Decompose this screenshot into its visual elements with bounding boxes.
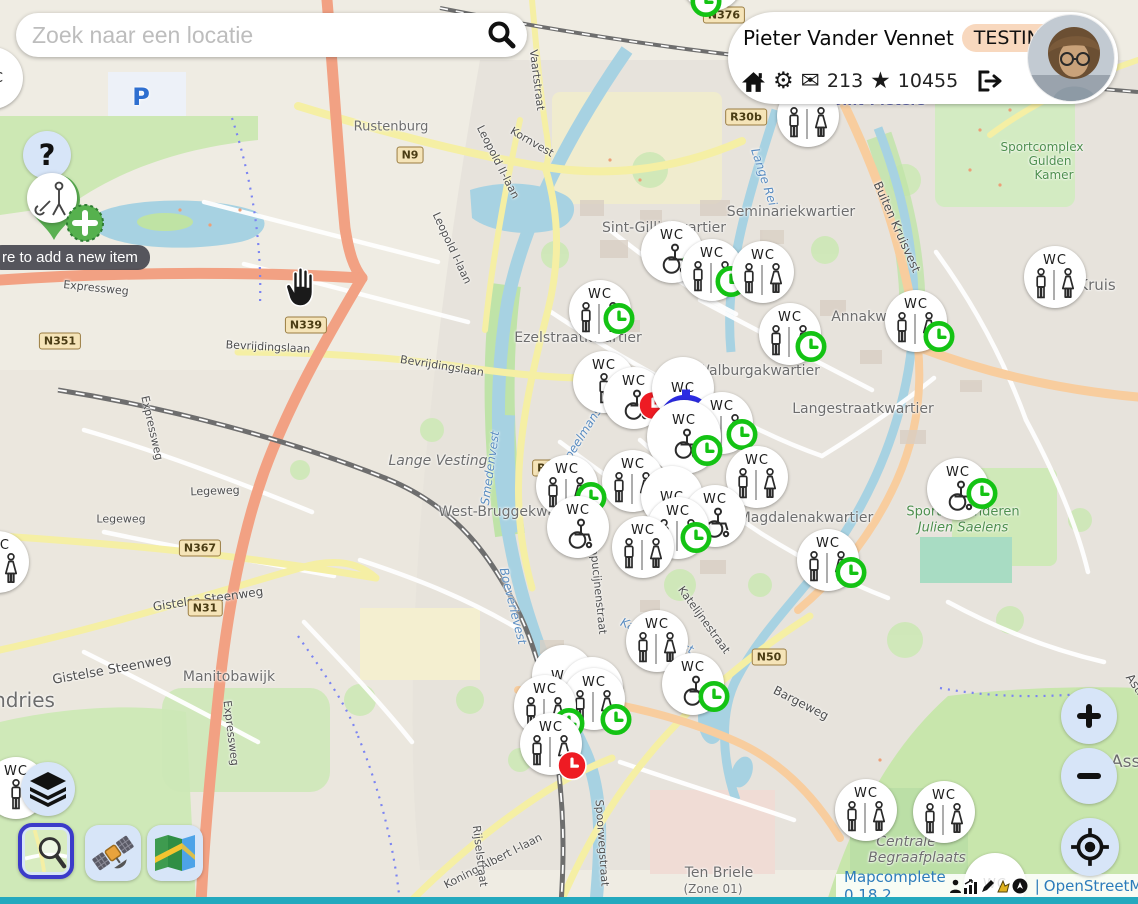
zoom-out-button[interactable] <box>1061 748 1117 804</box>
add-item-tooltip: re to add a new item <box>0 245 150 270</box>
geolocate-button[interactable] <box>1061 818 1119 876</box>
layers-icon <box>28 770 68 808</box>
home-icon[interactable] <box>741 70 766 93</box>
marker-label: WC <box>566 504 590 517</box>
marker-label: WC <box>0 72 4 85</box>
contributors-icon[interactable] <box>949 879 962 894</box>
toilet-marker-mf[interactable]: WC <box>732 241 794 303</box>
toilet-marker-wheelchair[interactable]: WC <box>927 458 989 520</box>
mapillary-icon[interactable] <box>1012 878 1028 894</box>
marker-label: WC <box>681 661 705 674</box>
marker-label: WC <box>745 454 769 467</box>
osm-map-icon <box>25 830 67 872</box>
marker-label: WC <box>621 458 645 471</box>
marker-label: WC <box>582 676 606 689</box>
star-icon[interactable]: ★ <box>870 70 891 93</box>
marker-label: WC <box>588 288 612 301</box>
background-option-osm[interactable] <box>18 823 74 879</box>
search-bar <box>16 13 527 57</box>
background-option-map[interactable] <box>147 825 203 881</box>
user-avatar[interactable] <box>1027 14 1115 102</box>
attribution-separator: | <box>1035 877 1040 895</box>
toilet-marker-mf[interactable]: WC <box>797 529 859 591</box>
search-input[interactable] <box>30 21 485 50</box>
poi-marker-layer: WC WC WC WC WC WC WC WC WC WC WC WC WC WC W… <box>0 0 1138 904</box>
marker-label: WC <box>592 359 616 372</box>
mapcomplete-app: Brugge-Sint-PietersRustenburgVaartstraat… <box>0 0 1138 904</box>
attribution-bar: Mapcomplete 0.18.2 | OpenStreetMap <box>836 874 1138 898</box>
marker-label: WC <box>622 375 646 388</box>
messages-envelope-icon[interactable]: ✉ <box>801 70 820 93</box>
josm-icon[interactable] <box>996 879 1011 894</box>
marker-label: WC <box>0 539 10 552</box>
messages-count: 213 <box>827 70 863 92</box>
geolocate-crosshair-icon <box>1069 826 1111 868</box>
edit-pencil-icon[interactable] <box>980 879 995 894</box>
marker-label: WC <box>904 298 928 311</box>
marker-label: WC <box>1043 254 1067 267</box>
toilet-marker-mf[interactable]: WC <box>612 516 674 578</box>
toilet-marker-plain[interactable]: WC <box>0 47 23 109</box>
background-option-satellite[interactable] <box>85 825 141 881</box>
toilet-marker-mf[interactable]: WC <box>885 290 947 352</box>
user-panel: Pieter Vander Vennet TESTING ⚙ ✉ 213 ★ 1… <box>728 12 1118 104</box>
stars-count: 10455 <box>898 70 958 92</box>
marker-label: WC <box>631 524 655 537</box>
toilet-marker-wheelchair[interactable]: WC <box>547 496 609 558</box>
marker-label: WC <box>854 787 878 800</box>
search-icon[interactable] <box>485 19 517 51</box>
marker-label: WC <box>645 618 669 631</box>
layers-button[interactable] <box>21 762 75 816</box>
marker-label: WC <box>539 721 563 734</box>
logout-icon[interactable] <box>975 69 1002 93</box>
settings-gear-icon[interactable]: ⚙ <box>773 70 794 93</box>
marker-label: WC <box>666 505 690 518</box>
marker-label: WC <box>660 229 684 242</box>
attribution-osm-link[interactable]: OpenStreetMap <box>1044 877 1138 895</box>
zoom-in-button[interactable] <box>1061 688 1117 744</box>
toilet-marker-plain[interactable]: WC <box>681 0 743 11</box>
satellite-icon <box>91 831 135 875</box>
toilet-marker-mf[interactable]: WC <box>759 303 821 365</box>
hand-cursor-icon <box>282 264 320 315</box>
marker-label: WC <box>710 400 734 413</box>
minus-icon <box>1074 761 1104 791</box>
marker-label: WC <box>703 493 727 506</box>
bottom-border-bar <box>0 897 1138 904</box>
marker-label: WC <box>555 463 579 476</box>
toilet-marker-mf[interactable]: WC <box>835 779 897 841</box>
marker-label: WC <box>946 466 970 479</box>
toilet-marker-mf[interactable]: WC <box>520 713 582 775</box>
marker-label: WC <box>700 247 724 260</box>
toilet-marker-mf[interactable]: WC <box>569 280 631 342</box>
user-name[interactable]: Pieter Vander Vennet <box>743 26 954 50</box>
toilet-marker-wheelchair[interactable]: WC <box>662 653 724 715</box>
toilet-marker-mf[interactable]: WC <box>913 781 975 843</box>
marker-label: WC <box>816 537 840 550</box>
toilet-marker-mf[interactable]: WC <box>1024 246 1086 308</box>
marker-label: WC <box>751 249 775 262</box>
statistics-icon[interactable] <box>963 879 979 894</box>
marker-label: WC <box>778 311 802 324</box>
marker-label: WC <box>672 414 696 427</box>
toilet-marker-mf[interactable]: WC <box>0 531 29 593</box>
marker-label: WC <box>932 789 956 802</box>
folded-map-icon <box>153 833 197 873</box>
plus-icon <box>1074 701 1104 731</box>
marker-label: WC <box>671 382 695 395</box>
marker-label: WC <box>533 683 557 696</box>
